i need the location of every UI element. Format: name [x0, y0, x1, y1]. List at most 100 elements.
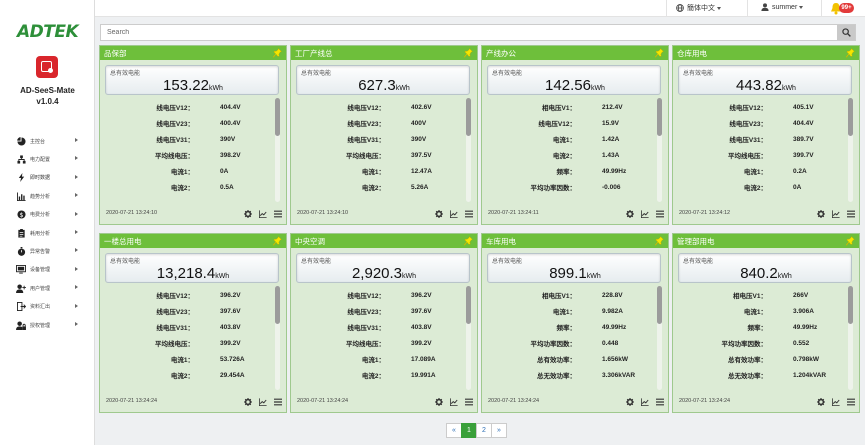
reading-value: 15.9V — [602, 119, 619, 127]
sidebar-item-trend[interactable]: 趋势分析 — [0, 187, 95, 205]
pagination-page-1[interactable]: 1 — [461, 423, 477, 438]
readings-list: 线电压V12： 402.6V 线电压V23： 400V 线电压V31： 390V… — [291, 99, 469, 195]
reading-row: 电流1： 3.906A — [673, 303, 851, 319]
reading-row: 电流2： 29.454A — [100, 367, 278, 383]
energy-number: 142.56 — [545, 77, 591, 94]
reading-value: 0.798kW — [793, 355, 820, 363]
list-icon[interactable] — [655, 397, 664, 406]
energy-value: 899.1kWh — [488, 265, 662, 282]
scrollbar[interactable] — [657, 286, 662, 390]
energy-unit: kWh — [395, 85, 410, 92]
meter-card: 管理部用电 总有效电能 840.2kWh 相电压V1： 266V 电流1： 3.… — [672, 233, 860, 413]
line-chart-icon[interactable] — [258, 397, 267, 406]
sidebar-item-export[interactable]: 资料汇出 — [0, 298, 95, 316]
list-icon[interactable] — [464, 209, 473, 218]
reading-value: -0.006 — [602, 183, 621, 191]
gear-icon[interactable] — [243, 397, 252, 406]
scrollbar[interactable] — [848, 98, 853, 202]
scrollbar-thumb[interactable] — [848, 98, 853, 136]
search-input[interactable] — [101, 25, 837, 40]
energy-display: 总有效电能 840.2kWh — [678, 253, 852, 283]
reading-value: 0.5A — [220, 183, 234, 191]
scrollbar-thumb[interactable] — [657, 98, 662, 136]
sidebar-item-users[interactable]: 用户管理 — [0, 279, 95, 297]
readings-list: 线电压V12： 405.1V 线电压V23： 404.4V 线电压V31： 38… — [673, 99, 851, 195]
pin-icon[interactable] — [463, 236, 473, 246]
sidebar-item-power-config[interactable]: 电力配置 — [0, 150, 95, 168]
line-chart-icon[interactable] — [449, 209, 458, 218]
pagination-prev[interactable]: « — [446, 423, 462, 438]
list-icon[interactable] — [846, 397, 855, 406]
list-icon[interactable] — [273, 397, 282, 406]
app-version: v1.0.4 — [36, 97, 59, 106]
sidebar-item-usage[interactable]: 耗用分析 — [0, 224, 95, 242]
timestamp: 2020-07-21 13:24:10 — [297, 210, 349, 216]
scrollbar[interactable] — [466, 98, 471, 202]
line-chart-icon[interactable] — [831, 397, 840, 406]
scrollbar[interactable] — [657, 98, 662, 202]
sidebar-item-license[interactable]: 授权管理 — [0, 316, 95, 334]
scrollbar[interactable] — [848, 286, 853, 390]
scrollbar[interactable] — [275, 286, 280, 390]
pin-icon[interactable] — [463, 48, 473, 58]
sidebar-item-realtime[interactable]: 即时数据 — [0, 169, 95, 187]
scrollbar-thumb[interactable] — [275, 286, 280, 324]
energy-label: 总有效电能 — [492, 71, 523, 77]
meter-card: 仓库用电 总有效电能 443.82kWh 线电压V12： 405.1V 线电压V… — [672, 45, 860, 225]
reading-label: 线电压V31： — [347, 325, 385, 332]
scrollbar-thumb[interactable] — [275, 98, 280, 136]
line-chart-icon[interactable] — [640, 397, 649, 406]
gear-icon[interactable] — [434, 209, 443, 218]
energy-number: 13,218.4 — [156, 265, 216, 282]
reading-label: 电流1： — [170, 169, 194, 176]
scrollbar-thumb[interactable] — [466, 286, 471, 324]
pin-icon[interactable] — [272, 48, 282, 58]
sidebar-item-cost[interactable]: $ 电费分析 — [0, 206, 95, 224]
line-chart-icon[interactable] — [449, 397, 458, 406]
pin-icon[interactable] — [654, 236, 664, 246]
pin-icon[interactable] — [845, 48, 855, 58]
pagination-page-2[interactable]: 2 — [476, 423, 492, 438]
sidebar-item-alarm[interactable]: 异常告警 — [0, 242, 95, 260]
scrollbar-thumb[interactable] — [657, 286, 662, 324]
pin-icon[interactable] — [272, 236, 282, 246]
scrollbar[interactable] — [275, 98, 280, 202]
scrollbar[interactable] — [466, 286, 471, 390]
reading-value: 400V — [411, 119, 427, 127]
gear-icon[interactable] — [434, 397, 443, 406]
language-selector[interactable]: 簡体中文 — [676, 3, 721, 13]
card-actions — [243, 209, 282, 218]
lock-user-icon — [16, 320, 26, 330]
pagination-next[interactable]: » — [491, 423, 507, 438]
list-icon[interactable] — [846, 209, 855, 218]
dollar-icon: $ — [16, 210, 26, 220]
scrollbar-thumb[interactable] — [466, 98, 471, 136]
sidebar-item-label: 主控台 — [30, 138, 46, 145]
list-icon[interactable] — [464, 397, 473, 406]
gear-icon[interactable] — [625, 397, 634, 406]
list-icon[interactable] — [273, 209, 282, 218]
pin-icon[interactable] — [654, 48, 664, 58]
gear-icon[interactable] — [243, 209, 252, 218]
meter-card: 一楼总用电 总有效电能 13,218.4kWh 线电压V12： 396.2V 线… — [99, 233, 287, 413]
list-icon[interactable] — [655, 209, 664, 218]
sidebar-item-dashboard[interactable]: 主控台 — [0, 132, 95, 150]
card-actions — [816, 397, 855, 406]
search-button[interactable] — [837, 25, 855, 40]
line-chart-icon[interactable] — [258, 209, 267, 218]
line-chart-icon[interactable] — [640, 209, 649, 218]
gear-icon[interactable] — [625, 209, 634, 218]
gear-icon[interactable] — [816, 397, 825, 406]
user-menu[interactable]: summer — [761, 3, 804, 11]
line-chart-icon[interactable] — [831, 209, 840, 218]
sidebar-item-label: 电费分析 — [30, 212, 51, 219]
reading-row: 线电压V12： 396.2V — [100, 287, 278, 303]
gear-icon[interactable] — [816, 209, 825, 218]
sidebar-item-devices[interactable]: 设备管理 — [0, 261, 95, 279]
scrollbar-thumb[interactable] — [848, 286, 853, 324]
energy-value: 627.3kWh — [297, 77, 471, 94]
pin-icon[interactable] — [845, 236, 855, 246]
reading-row: 线电压V23： 400V — [291, 115, 469, 131]
energy-display: 总有效电能 142.56kWh — [487, 65, 661, 95]
app-name: AD-SeeS-Mate — [20, 86, 75, 95]
